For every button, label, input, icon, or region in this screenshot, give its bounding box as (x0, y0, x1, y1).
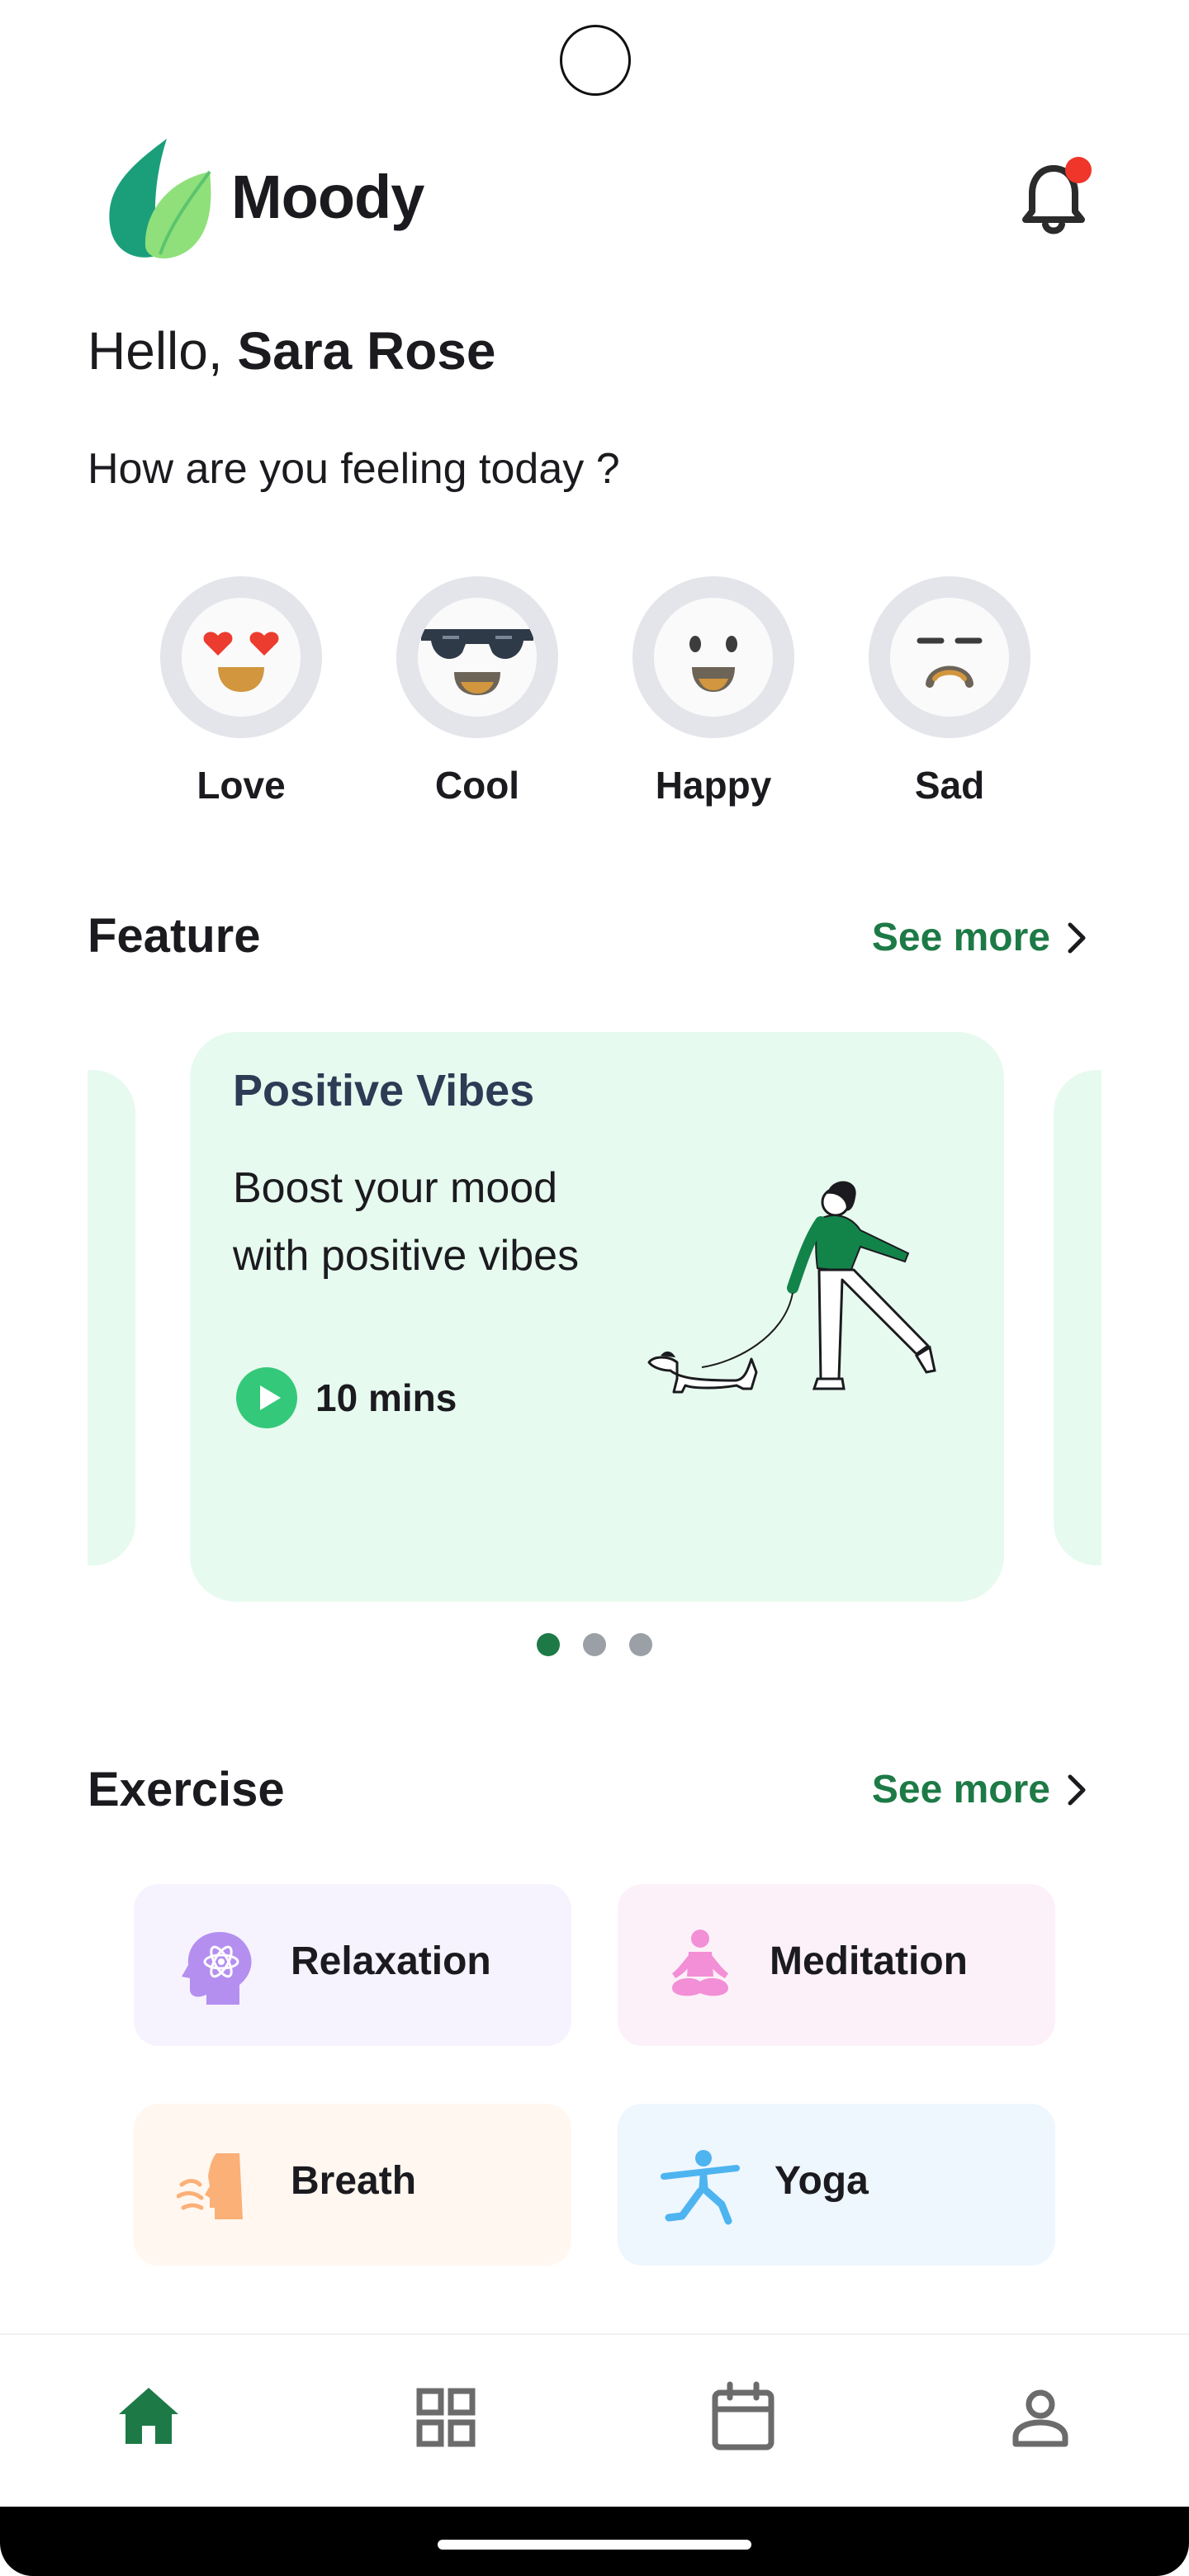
sunglasses-emoji-icon (418, 598, 537, 717)
home-gesture-handle[interactable] (438, 2540, 751, 2550)
see-more-label: See more (871, 1768, 1050, 1811)
mood-label: Sad (914, 764, 985, 807)
app-title: Moody (231, 163, 424, 231)
pagination-dot-3[interactable] (629, 1633, 652, 1656)
mood-cool[interactable]: Cool (395, 576, 560, 807)
yoga-pose-icon (661, 2150, 740, 2225)
carousel-pagination (0, 1633, 1189, 1656)
feature-card-title: Positive Vibes (233, 1066, 535, 1115)
exercise-section-title: Exercise (88, 1763, 285, 1816)
exercise-label: Breath (291, 2159, 417, 2203)
calendar-icon[interactable] (702, 2376, 784, 2459)
mood-label: Love (197, 764, 286, 807)
feature-card-meta: 10 mins (236, 1367, 457, 1428)
home-icon[interactable] (107, 2376, 190, 2459)
greeting: Hello, Sara Rose (88, 320, 495, 381)
feature-card-previous[interactable] (88, 1070, 135, 1565)
mood-sad[interactable]: Sad (867, 576, 1032, 807)
mood-label: Cool (434, 764, 520, 807)
feature-card-description: Boost your mood with positive vibes (233, 1164, 580, 1280)
mood-question: How are you feeling today ? (88, 445, 620, 493)
pagination-dot-1[interactable] (537, 1633, 560, 1656)
leaf-logo-icon (109, 139, 211, 258)
play-icon[interactable] (236, 1367, 297, 1428)
exercise-tile-relaxation[interactable]: Relaxation (134, 1884, 571, 2046)
exercise-see-more-link[interactable]: See more (872, 1767, 1090, 1812)
sad-emoji-icon (890, 598, 1009, 717)
feature-card-next[interactable] (1054, 1070, 1101, 1565)
exercise-label: Meditation (770, 1939, 968, 1983)
feature-section-title: Feature (88, 909, 261, 963)
app-header: Moody (0, 132, 1189, 264)
exercise-tile-breath[interactable]: Breath (134, 2104, 571, 2266)
greeting-prefix: Hello, (88, 321, 238, 381)
exercise-tile-yoga[interactable]: Yoga (618, 2104, 1055, 2266)
notification-dot (1065, 157, 1092, 183)
grid-icon[interactable] (405, 2376, 487, 2459)
breath-face-icon (177, 2153, 243, 2219)
exercise-tile-meditation[interactable]: Meditation (618, 1884, 1055, 2046)
bottom-navigation (0, 2333, 1189, 2507)
mood-love[interactable]: Love (159, 576, 324, 807)
front-camera (560, 25, 631, 96)
user-name: Sara Rose (237, 321, 496, 381)
mood-label: Happy (655, 764, 772, 807)
exercise-label: Relaxation (291, 1939, 491, 1983)
smile-emoji-icon (654, 598, 773, 717)
mood-happy[interactable]: Happy (631, 576, 796, 807)
meditation-pose-icon (672, 1930, 728, 1996)
heart-eyes-emoji-icon (182, 598, 301, 717)
feature-card-duration: 10 mins (315, 1376, 457, 1419)
chevron-right-icon (1068, 922, 1086, 953)
notification-bell-icon[interactable] (1021, 157, 1095, 239)
feature-see-more-link[interactable]: See more (872, 915, 1090, 960)
system-gesture-bar (0, 2507, 1189, 2576)
feature-card[interactable]: Positive Vibes Boost your mood with posi… (190, 1032, 1004, 1602)
exercise-label: Yoga (775, 2159, 869, 2203)
woman-walking-dog-illustration (647, 1181, 936, 1394)
chevron-right-icon (1068, 1774, 1086, 1805)
mood-selector: Love Cool Happy Sad (0, 576, 1189, 824)
feature-carousel[interactable]: Positive Vibes Boost your mood with posi… (88, 1032, 1101, 1602)
pagination-dot-2[interactable] (583, 1633, 606, 1656)
see-more-label: See more (871, 916, 1050, 959)
profile-icon[interactable] (999, 2376, 1082, 2459)
head-atom-icon (182, 1932, 252, 2005)
